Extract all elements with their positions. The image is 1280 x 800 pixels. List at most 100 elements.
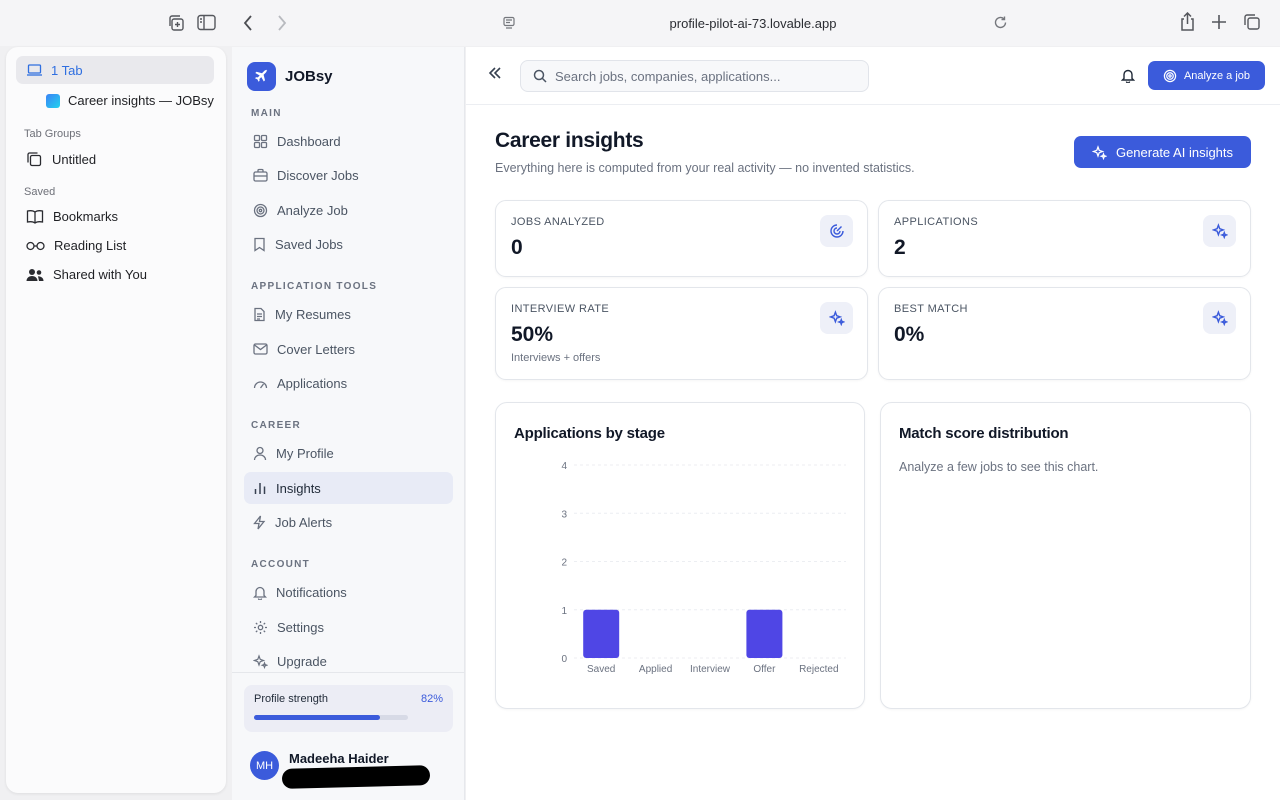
- bar-saved: [583, 609, 620, 658]
- stat-label: APPLICATIONS: [894, 216, 979, 228]
- app-sidebar: JOBsy MAIN Dashboard Discover Jobs Analy…: [232, 47, 465, 800]
- open-tab-label: Career insights — JOBsy: [68, 93, 214, 108]
- collapse-sidebar-icon[interactable]: [488, 66, 502, 85]
- sidebar-label: Dashboard: [277, 133, 341, 149]
- sidebar-label: Upgrade: [277, 653, 327, 669]
- analyze-job-label: Analyze a job: [1183, 69, 1251, 82]
- bookmarks-item[interactable]: Bookmarks: [26, 209, 118, 224]
- y-tick-label: 1: [561, 606, 567, 617]
- reload-icon[interactable]: [993, 15, 1008, 33]
- book-icon: [26, 210, 44, 224]
- search-placeholder: Search jobs, companies, applications...: [555, 68, 781, 84]
- sidebar-item-applications[interactable]: Applications: [244, 367, 453, 399]
- tab-overview-icon[interactable]: [1243, 13, 1261, 31]
- forward-icon[interactable]: [276, 14, 288, 32]
- tab-group-label: Untitled: [52, 152, 97, 167]
- x-tick-label: Rejected: [799, 664, 838, 675]
- target-icon: [1163, 69, 1177, 82]
- profile-strength-label: Profile strength: [254, 693, 328, 705]
- tab-count-row[interactable]: 1 Tab: [16, 56, 214, 84]
- sidebar-item-job-alerts[interactable]: Job Alerts: [244, 506, 453, 538]
- sidebar-item-cover-letters[interactable]: Cover Letters: [244, 333, 453, 365]
- sidebar-item-settings[interactable]: Settings: [244, 611, 453, 643]
- safari-sidebar: 1 Tab Career insights — JOBsy Tab Groups…: [6, 47, 226, 793]
- search-icon: [533, 69, 547, 83]
- grid-icon: [253, 134, 268, 148]
- tab-group-untitled[interactable]: Untitled: [26, 151, 96, 168]
- stat-value: 0%: [894, 323, 925, 346]
- stat-value: 2: [894, 236, 906, 259]
- gauge-icon: [253, 380, 268, 388]
- notifications-bell-icon[interactable]: [1120, 68, 1136, 88]
- generate-ai-insights-button[interactable]: Generate AI insights: [1074, 136, 1251, 168]
- shared-with-you-label: Shared with You: [53, 267, 147, 282]
- address-bar[interactable]: profile-pilot-ai-73.lovable.app: [488, 9, 1018, 38]
- analyze-job-button[interactable]: Analyze a job: [1148, 61, 1265, 90]
- lightning-icon: [253, 515, 266, 529]
- page-subtitle: Everything here is computed from your re…: [495, 161, 915, 175]
- sidebar-toggle-icon[interactable]: [197, 14, 216, 31]
- sparkles-icon: [253, 653, 268, 669]
- section-main: MAIN: [251, 108, 282, 119]
- match-score-card: Match score distribution Analyze a few j…: [880, 402, 1251, 709]
- bar-offer: [746, 609, 783, 658]
- profile-strength-card[interactable]: Profile strength 82%: [244, 685, 453, 732]
- user-icon: [253, 446, 267, 460]
- sparkles-icon: [820, 302, 853, 334]
- stat-note: Interviews + offers: [511, 352, 601, 364]
- shared-with-you-item[interactable]: Shared with You: [26, 267, 147, 282]
- sidebar-item-dashboard[interactable]: Dashboard: [244, 125, 453, 157]
- sidebar-label: Discover Jobs: [277, 167, 359, 183]
- page-settings-icon[interactable]: [502, 16, 516, 33]
- bar-chart-icon: [254, 483, 266, 494]
- sidebar-item-my-resumes[interactable]: My Resumes: [244, 298, 453, 330]
- mail-icon: [253, 343, 268, 355]
- user-name: Madeeha Haider: [289, 751, 389, 766]
- radar-icon: [820, 215, 853, 247]
- match-card-message: Analyze a few jobs to see this chart.: [899, 460, 1099, 474]
- y-tick-label: 2: [561, 558, 567, 569]
- x-tick-label: Applied: [639, 664, 672, 675]
- brand-name: JOBsy: [285, 68, 333, 85]
- sidebar-item-my-profile[interactable]: My Profile: [244, 437, 453, 469]
- share-icon[interactable]: [1179, 12, 1196, 32]
- profile-strength-track: [254, 715, 408, 720]
- stat-card-applications: APPLICATIONS 2: [878, 200, 1251, 277]
- section-account: ACCOUNT: [251, 559, 311, 570]
- sidebar-item-saved-jobs[interactable]: Saved Jobs: [244, 228, 453, 260]
- sidebar-item-insights[interactable]: Insights: [244, 472, 453, 504]
- reading-list-label: Reading List: [54, 238, 127, 253]
- sidebar-label: Saved Jobs: [275, 236, 343, 252]
- sidebar-item-discover-jobs[interactable]: Discover Jobs: [244, 159, 453, 191]
- sidebar-label: Notifications: [276, 584, 347, 600]
- search-input[interactable]: Search jobs, companies, applications...: [520, 60, 869, 92]
- sidebar-item-analyze-job[interactable]: Analyze Job: [244, 194, 453, 226]
- new-tab-group-icon[interactable]: [167, 14, 185, 32]
- stat-value: 50%: [511, 323, 554, 346]
- back-icon[interactable]: [242, 14, 254, 32]
- sidebar-item-notifications[interactable]: Notifications: [244, 576, 453, 608]
- sidebar-label: Insights: [276, 480, 321, 496]
- y-tick-label: 3: [561, 509, 567, 520]
- reading-list-item[interactable]: Reading List: [26, 238, 126, 253]
- stat-card-best-match: BEST MATCH 0%: [878, 287, 1251, 380]
- bell-icon: [253, 586, 267, 600]
- bookmarks-label: Bookmarks: [53, 209, 119, 224]
- saved-header: Saved: [24, 186, 56, 198]
- document-icon: [254, 307, 265, 321]
- open-tab-item[interactable]: Career insights — JOBsy: [46, 93, 214, 108]
- laptop-icon: [27, 64, 42, 76]
- new-tab-icon[interactable]: [1211, 14, 1227, 30]
- match-card-title: Match score distribution: [899, 425, 1069, 442]
- y-tick-label: 4: [561, 461, 567, 472]
- brand[interactable]: JOBsy: [247, 62, 333, 91]
- sidebar-label: Analyze Job: [277, 202, 348, 218]
- people-icon: [26, 268, 44, 281]
- main-content: Search jobs, companies, applications... …: [466, 47, 1280, 800]
- stat-label: BEST MATCH: [894, 303, 968, 315]
- generate-ai-insights-label: Generate AI insights: [1115, 144, 1234, 160]
- sidebar-divider: [232, 672, 465, 673]
- y-tick-label: 0: [561, 654, 567, 665]
- applications-by-stage-card: Applications by stage 0 1 2 3 4 Saved Applied I…: [495, 402, 865, 709]
- avatar: MH: [250, 751, 279, 780]
